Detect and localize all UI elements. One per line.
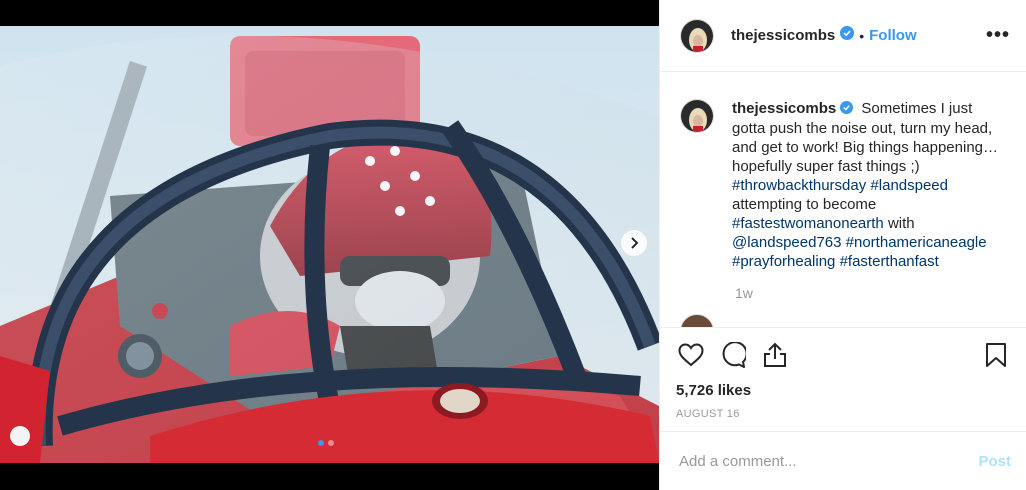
share-icon [764, 342, 786, 367]
post-media [0, 0, 659, 490]
caption-timestamp[interactable]: 1w [735, 285, 1011, 301]
hashtag-link[interactable]: #fasterthanfast [840, 253, 939, 270]
hashtag-link[interactable]: #landspeed [870, 177, 948, 194]
chevron-right-icon [631, 237, 639, 249]
caption-body: attempting to become [732, 195, 877, 213]
caption-body: with [887, 214, 915, 232]
comments-list[interactable]: thejessicombs Sometimes I just gotta pus… [660, 73, 1026, 328]
mention-link[interactable]: @landspeed763 [732, 234, 841, 251]
post-actions-section: 5,726 likes AUGUST 16 [660, 327, 1026, 431]
heart-icon [678, 343, 704, 367]
like-button[interactable] [676, 340, 706, 370]
post-date: AUGUST 16 [676, 408, 740, 420]
caption-comment: thejessicombs Sometimes I just gotta pus… [680, 99, 1011, 271]
post-details-panel: thejessicombs • Follow ••• thejessicombs… [659, 0, 1026, 490]
caption-text: thejessicombs Sometimes I just gotta pus… [732, 99, 1002, 271]
caption-username[interactable]: thejessicombs [732, 100, 836, 117]
likes-count[interactable]: 5,726 likes [676, 382, 1011, 399]
header-separator: • [859, 27, 865, 44]
header-username[interactable]: thejessicombs [731, 27, 835, 44]
save-button[interactable] [981, 340, 1011, 370]
post-comment-button[interactable]: Post [978, 453, 1011, 470]
comment-input[interactable] [679, 452, 979, 470]
avatar[interactable] [680, 313, 714, 328]
carousel-indicator [318, 440, 334, 446]
hashtag-link[interactable]: #northamericaneagle [846, 234, 987, 251]
post-header: thejessicombs • Follow ••• [660, 0, 1026, 72]
avatar[interactable] [680, 99, 714, 133]
more-options-button[interactable]: ••• [986, 24, 1010, 47]
avatar[interactable] [680, 18, 714, 53]
comment-icon [722, 342, 746, 368]
hashtag-link[interactable]: #prayforhealing [732, 253, 835, 270]
next-slide-button[interactable] [621, 230, 647, 256]
follow-button[interactable]: Follow [869, 27, 917, 44]
action-bar [676, 340, 1011, 370]
comment-button[interactable] [718, 340, 748, 370]
verified-badge-icon [840, 100, 854, 119]
hashtag-link[interactable]: #fastestwomanonearth [732, 215, 884, 232]
bookmark-icon [986, 343, 1006, 367]
verified-badge-icon [840, 26, 855, 45]
comment-item: ... [680, 313, 1011, 328]
carousel-dot [328, 440, 334, 446]
post-photo [0, 26, 659, 463]
carousel-dot-active [318, 440, 324, 446]
hashtag-link[interactable]: #throwbackthursday [732, 177, 866, 194]
add-comment-bar: Post [660, 431, 1026, 490]
share-button[interactable] [760, 340, 790, 370]
